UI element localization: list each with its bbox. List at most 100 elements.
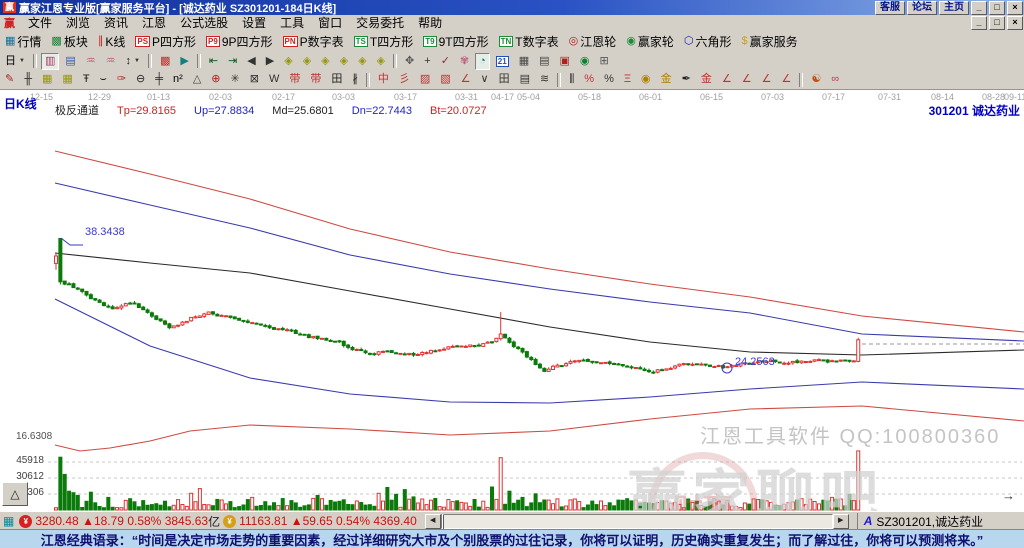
sub-chart-3[interactable]: ♒ (82, 53, 100, 70)
save-chart[interactable]: ▣ (556, 53, 574, 70)
levels-tool[interactable]: Ξ (620, 71, 635, 88)
angle-tool[interactable]: ∠ (457, 71, 475, 88)
band-tool-2[interactable]: 带 (306, 71, 325, 88)
menu-工具[interactable]: 工具 (273, 16, 311, 30)
shaded-box-1[interactable]: ▨ (416, 71, 434, 88)
info-panel[interactable]: ▤ (61, 53, 79, 70)
scroll-right-icon[interactable]: → (1002, 488, 1015, 503)
menu-设置[interactable]: 设置 (235, 16, 273, 30)
menu-资讯[interactable]: 资讯 (97, 16, 135, 30)
yin-yang[interactable]: ☯ (807, 71, 825, 88)
child-restore-button[interactable]: □ (989, 16, 1005, 30)
infinity-tool[interactable]: ∞ (827, 71, 843, 88)
titlebar-link-2[interactable]: 论坛 (907, 1, 937, 15)
first-page[interactable]: ⇤ (205, 53, 222, 70)
golden-circle[interactable]: ◉ (637, 71, 655, 88)
shaded-box-2[interactable]: ▧ (436, 71, 454, 88)
angle-line-1[interactable]: ∠ (718, 71, 736, 88)
next-bar[interactable]: ▶ (262, 53, 278, 70)
triangle-tool[interactable]: △ (189, 71, 205, 88)
quote-grid-icon[interactable]: ▦ (3, 514, 14, 528)
trend-pen[interactable]: ✑ (113, 71, 130, 88)
scrollbar-track[interactable] (440, 513, 833, 530)
winner-wheel[interactable]: ◉ 赢家轮 (622, 31, 678, 52)
gann-circle[interactable]: ⊕ (207, 71, 224, 88)
sub-chart-9[interactable]: ♒ (102, 53, 120, 70)
export-tool[interactable]: ⊞ (596, 53, 613, 70)
circle-tool[interactable]: ⊖ (132, 71, 149, 88)
menu-公式选股[interactable]: 公式选股 (173, 16, 235, 30)
kline-chart[interactable]: ∥ K线 (94, 31, 130, 52)
p-square[interactable]: PS P四方形 (131, 31, 200, 52)
scrollbar-thumb[interactable] (441, 513, 444, 530)
level-gold[interactable]: 金 (697, 71, 716, 88)
box-diagonal[interactable]: ⊠ (246, 71, 263, 88)
percent-flag[interactable]: % (580, 71, 598, 88)
star-tool[interactable]: ✳ (227, 71, 244, 88)
zoom-diamond-5[interactable]: ◈ (354, 53, 370, 70)
titlebar-link-3[interactable]: 主页 (939, 1, 969, 15)
grid-lines[interactable]: ╪ (151, 71, 167, 88)
draw-pen[interactable]: ✎ (1, 71, 18, 88)
ink-tool[interactable]: ✒ (678, 71, 695, 88)
scroll-right-button[interactable]: ▶ (832, 513, 849, 529)
restore-button[interactable]: □ (989, 1, 1005, 15)
network[interactable]: ◉ (576, 53, 594, 70)
square-of-nine[interactable]: n² (169, 71, 187, 88)
winner-service[interactable]: $ 赢家服务 (738, 31, 802, 52)
market-quotes[interactable]: ▦ 行情 (1, 31, 45, 52)
minimize-button[interactable]: _ (971, 1, 987, 15)
quote-scrollbar[interactable]: ◀ ▶ (424, 513, 849, 530)
gann-wheel[interactable]: ◎ 江恩轮 (565, 31, 621, 52)
9t-square[interactable]: T9 9T四方形 (419, 31, 492, 52)
last-page[interactable]: ⇥ (224, 53, 241, 70)
calendar-21[interactable]: 21 (492, 54, 513, 69)
gann-hand[interactable]: ✾ (456, 53, 473, 70)
angle-line-3[interactable]: ∠ (758, 71, 776, 88)
gann-time-lines[interactable]: ╫ (20, 71, 36, 88)
pointer-mode[interactable]: ✓ (437, 53, 454, 70)
golden-section[interactable]: 金 (657, 71, 676, 88)
chart-area[interactable]: 江恩工具软件 QQ:100800360 财赢 赢家聊吧 日K线 301201 诚… (0, 89, 1024, 512)
overlay-chart[interactable]: ▩ (156, 53, 174, 70)
percent[interactable]: % (600, 71, 618, 88)
child-minimize-button[interactable]: _ (971, 16, 987, 30)
scroll-left-button[interactable]: ◀ (424, 513, 441, 529)
sectors[interactable]: ▩ 板块 (47, 31, 91, 52)
price-grid[interactable]: ▦ (38, 71, 56, 88)
hexagon[interactable]: ⬡ 六角形 (680, 31, 736, 52)
wave-marker[interactable]: W (265, 71, 283, 88)
fan-rays[interactable]: 彡 (395, 71, 414, 88)
zoom-diamond-6[interactable]: ◈ (373, 53, 389, 70)
grid-box[interactable]: 田 (327, 71, 346, 88)
zoom-diamond-1[interactable]: ◈ (280, 53, 296, 70)
close-button[interactable]: × (1007, 1, 1023, 15)
child-close-button[interactable]: × (1007, 16, 1023, 30)
t-number-table[interactable]: TN T数字表 (495, 31, 563, 52)
playback[interactable]: ▶ (176, 53, 192, 70)
kline-style[interactable]: ▥ (40, 52, 60, 70)
center-box[interactable]: 中 (374, 71, 393, 88)
zoom-diamond-4[interactable]: ◈ (336, 53, 352, 70)
parallel-lines[interactable]: ∦ (348, 71, 362, 88)
menu-江恩[interactable]: 江恩 (135, 16, 173, 30)
ruler-box[interactable]: ▤ (516, 71, 534, 88)
waves-tool[interactable]: ≋ (536, 71, 553, 88)
notes[interactable]: ▤ (535, 53, 553, 70)
check-tool[interactable]: ∨ (477, 71, 493, 88)
menu-文件[interactable]: 文件 (21, 16, 59, 30)
pan-hand[interactable]: ✥ (401, 53, 418, 70)
menu-交易委托[interactable]: 交易委托 (349, 16, 411, 30)
bars-tool[interactable]: ⫼ (565, 71, 578, 88)
corner-expand-button[interactable]: △ (2, 482, 28, 506)
angle-line-2[interactable]: ∠ (738, 71, 756, 88)
zoom-diamond-3[interactable]: ◈ (317, 53, 333, 70)
period-day-dropdown[interactable]: 日 ▼ (1, 53, 29, 70)
zoom-diamond-2[interactable]: ◈ (299, 53, 315, 70)
grid-tool-2[interactable]: 田 (495, 71, 514, 88)
band-tool-1[interactable]: 带 (285, 71, 304, 88)
candle-width[interactable]: ↕ ▼ (122, 53, 144, 70)
calculator[interactable]: ▦ (515, 53, 533, 70)
9p-square[interactable]: P9 9P四方形 (202, 31, 276, 52)
arc-tool[interactable]: ⌣ (96, 71, 111, 88)
